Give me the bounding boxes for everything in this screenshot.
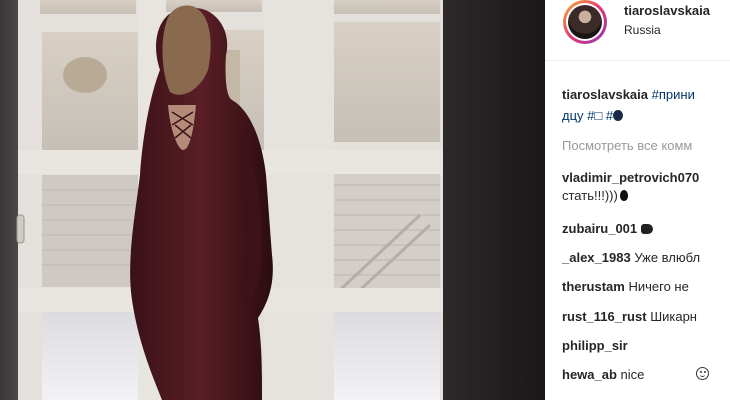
comment-text: Уже влюбл <box>634 250 701 265</box>
comment-username[interactable]: vladimir_petrovich070 <box>562 170 699 185</box>
post-photo[interactable] <box>0 0 545 400</box>
comment-username[interactable]: zubairu_001 <box>562 221 637 236</box>
comment-username[interactable]: _alex_1983 <box>562 250 631 265</box>
comment-username[interactable]: therustam <box>562 279 625 294</box>
caption-hashtag-2[interactable]: #□ <box>587 108 602 123</box>
comment-5: rust_116_rust Шикарн <box>562 308 697 326</box>
comment-1: vladimir_petrovich070 <box>562 169 699 187</box>
caption-continuation[interactable]: дцу <box>562 108 584 123</box>
post-caption: tiaroslavskaia #прини дцу #□ # <box>562 84 730 126</box>
comment-text: Ничего не <box>628 279 689 294</box>
photo-scene <box>0 0 545 400</box>
dark-fruit-emoji-icon <box>619 190 628 201</box>
view-all-comments-link[interactable]: Посмотреть все комм <box>562 138 692 153</box>
comment-4: therustam Ничего не <box>562 278 689 296</box>
comment-text: стать!!!))) <box>562 188 618 203</box>
comment-username[interactable]: rust_116_rust <box>562 309 647 324</box>
apple-emoji-icon <box>613 110 624 121</box>
post-location[interactable]: Russia <box>624 23 661 37</box>
pointing-hand-emoji-icon <box>641 224 654 234</box>
caption-hashtag-3[interactable]: # <box>606 108 613 123</box>
comment-username[interactable]: philipp_sir <box>562 338 628 353</box>
comment-text: Шикарн <box>650 309 697 324</box>
post-header: tiaroslavskaia Russia <box>545 0 730 61</box>
profile-picture-icon[interactable] <box>563 0 607 44</box>
comment-6: philipp_sir <box>562 337 628 355</box>
post-side-panel: tiaroslavskaia Russia tiaroslavskaia #пр… <box>545 0 730 400</box>
caption-username[interactable]: tiaroslavskaia <box>562 87 648 102</box>
post-username[interactable]: tiaroslavskaia <box>624 3 710 18</box>
comment-7: hewa_ab nice <box>562 366 644 384</box>
comment-username[interactable]: hewa_ab <box>562 367 617 382</box>
caption-hashtag-1[interactable]: #прини <box>652 87 695 102</box>
comment-text: nice <box>620 367 645 382</box>
smiley-face-emoji-icon <box>696 367 709 380</box>
comment-3: _alex_1983 Уже влюбл <box>562 249 700 267</box>
comment-1-continuation: стать!!!))) <box>562 187 628 205</box>
comment-2: zubairu_001 <box>562 220 654 238</box>
